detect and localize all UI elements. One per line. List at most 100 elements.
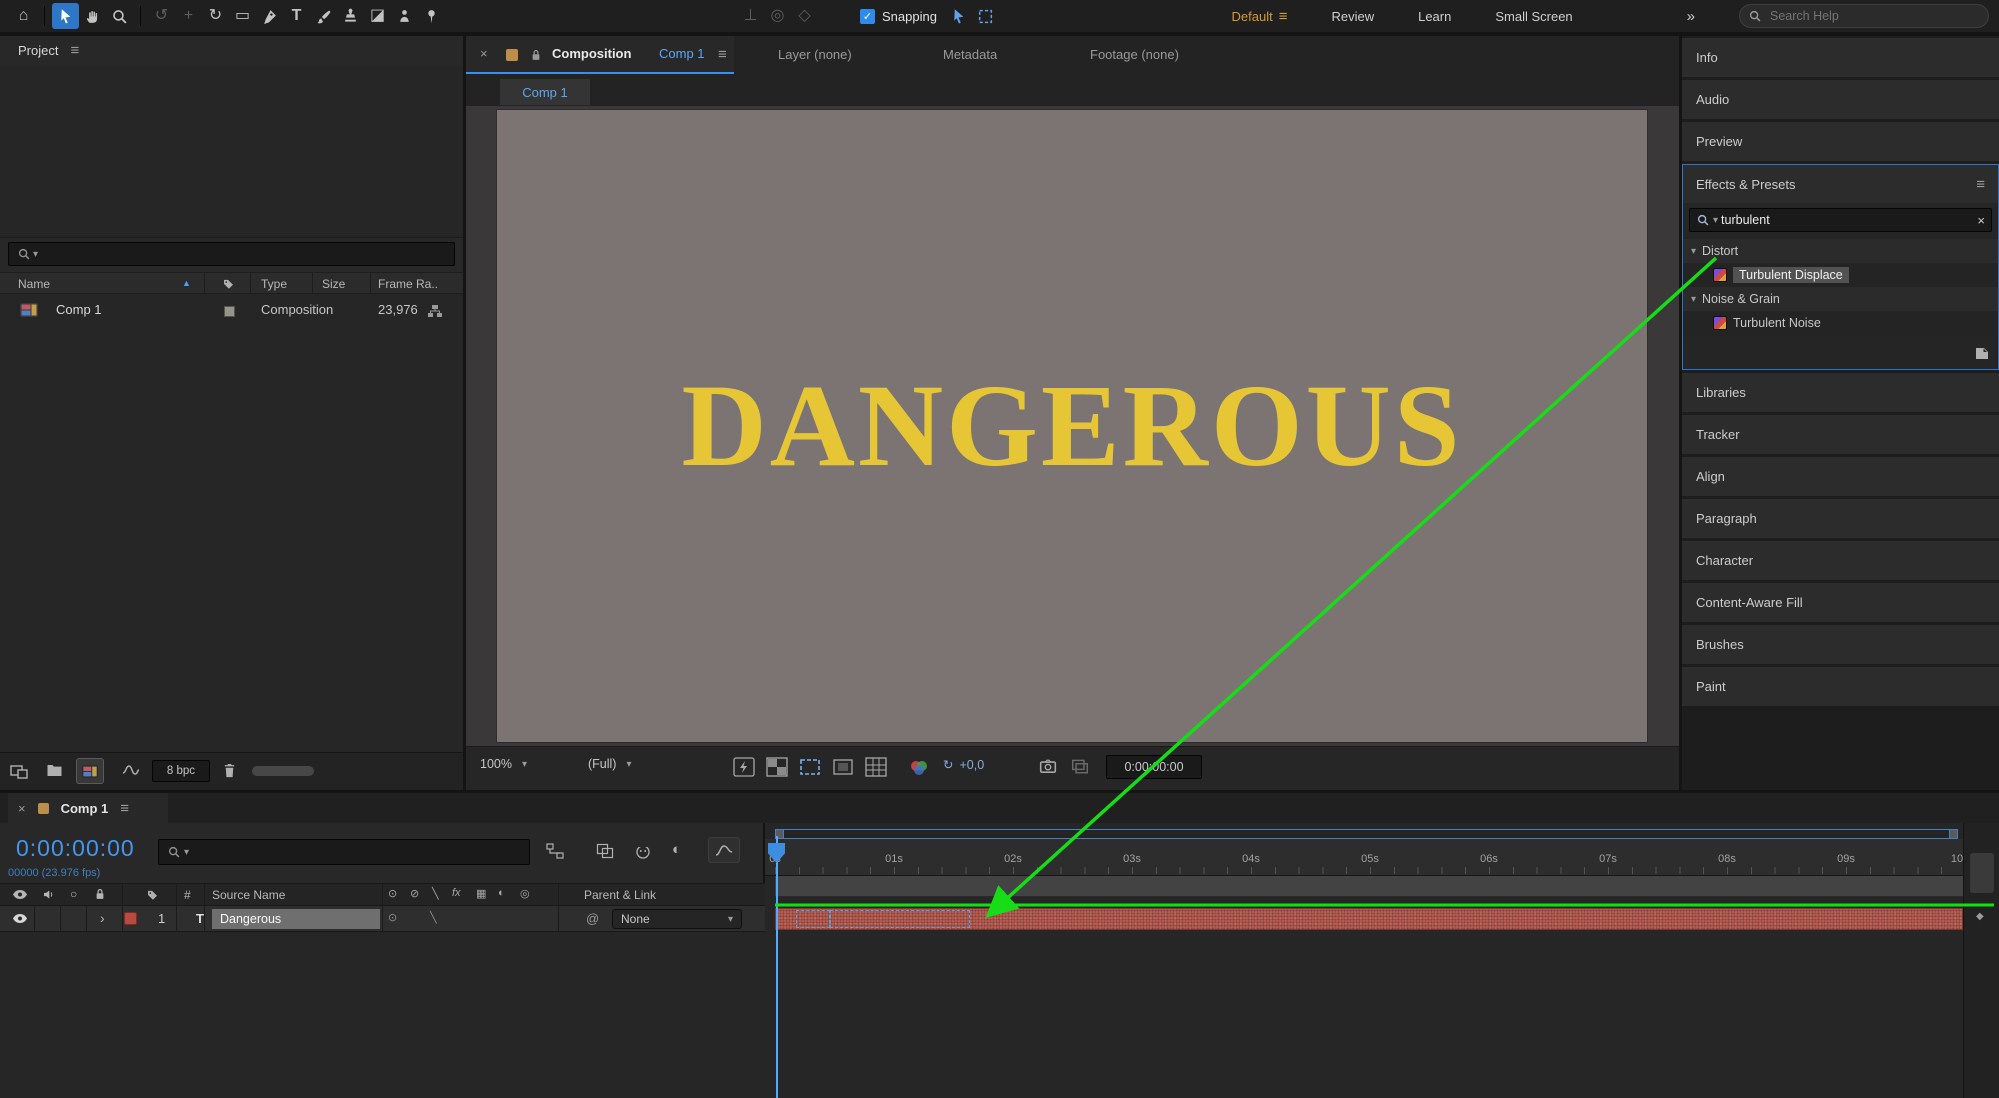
timeline-search-input[interactable]: ▾ xyxy=(158,839,530,865)
project-search-input[interactable]: ▾ xyxy=(8,242,455,266)
switch-header-icon-fx[interactable]: fx xyxy=(452,887,461,899)
brush-tool[interactable] xyxy=(310,3,337,29)
panel-paint[interactable]: Paint xyxy=(1682,667,1999,706)
tab-composition-label[interactable]: Composition xyxy=(552,46,631,61)
timeline-search-chevron[interactable]: ▾ xyxy=(184,847,189,858)
switch-header-icon-adjustment[interactable]: ◎ xyxy=(520,887,530,900)
new-animation-preset-icon[interactable] xyxy=(1974,346,1990,360)
row-name[interactable]: Comp 1 xyxy=(56,302,102,317)
clone-stamp-tool[interactable] xyxy=(337,3,364,29)
panel-preview[interactable]: Preview xyxy=(1682,122,1999,161)
draft-3d-icon[interactable] xyxy=(596,843,614,859)
timeline-menu-icon[interactable]: ≡ xyxy=(120,800,129,817)
tab-layer[interactable]: Layer (none) xyxy=(778,47,852,62)
axis-world-icon[interactable]: ◎ xyxy=(764,3,791,29)
panel-audio[interactable]: Audio xyxy=(1682,80,1999,119)
rectangle-tool[interactable]: ▭ xyxy=(229,3,256,29)
effects-search-box[interactable]: ▾ × xyxy=(1689,208,1992,232)
audio-column-icon[interactable] xyxy=(42,888,55,901)
new-folder-icon[interactable] xyxy=(46,763,63,777)
zoom-dropdown[interactable]: 100% ▾ xyxy=(480,757,527,771)
workspace-overflow-chevron[interactable]: » xyxy=(1687,8,1695,25)
selection-tool[interactable] xyxy=(52,3,79,29)
help-search-input[interactable] xyxy=(1739,4,1989,28)
zoom-tool[interactable] xyxy=(106,3,133,29)
column-type[interactable]: Type xyxy=(261,277,287,291)
work-area-bar[interactable] xyxy=(775,876,1963,897)
composition-canvas[interactable]: DANGEROUS xyxy=(497,110,1647,742)
effect-turbulent-noise-label[interactable]: Turbulent Noise xyxy=(1733,316,1821,330)
shy-layers-icon[interactable] xyxy=(634,843,652,859)
horizontal-scrollbar-thumb[interactable] xyxy=(252,766,314,776)
roto-brush-tool[interactable] xyxy=(391,3,418,29)
tab-footage[interactable]: Footage (none) xyxy=(1090,47,1179,62)
home-icon[interactable]: ⌂ xyxy=(10,3,37,29)
playhead-line[interactable] xyxy=(776,836,778,1098)
new-composition-icon[interactable] xyxy=(76,758,104,784)
comp-marker-bin-icon[interactable]: ◆ xyxy=(1976,911,1984,922)
time-navigator-bar[interactable] xyxy=(775,829,1958,839)
tab-close-icon[interactable]: × xyxy=(480,46,488,61)
reset-exposure-icon[interactable]: ↻ xyxy=(943,757,953,772)
pen-tool[interactable] xyxy=(256,3,283,29)
layer-name-cell[interactable]: Dangerous xyxy=(212,909,380,929)
effects-menu-icon[interactable]: ≡ xyxy=(1976,176,1985,193)
column-size[interactable]: Size xyxy=(322,277,345,291)
composition-mini-flowchart-icon[interactable] xyxy=(546,843,564,859)
rotation-tool[interactable]: ↻ xyxy=(202,3,229,29)
layer-quality-setting[interactable]: ╲ xyxy=(430,911,437,924)
region-of-interest-icon[interactable] xyxy=(832,757,854,777)
panel-align[interactable]: Align xyxy=(1682,457,1999,496)
help-search[interactable] xyxy=(1739,4,1989,28)
switch-header-icon-motion-blur[interactable]: ◐ xyxy=(498,887,505,899)
mask-visibility-icon[interactable] xyxy=(799,757,821,777)
axis-view-icon[interactable]: ◇ xyxy=(791,3,818,29)
panel-libraries[interactable]: Libraries xyxy=(1682,373,1999,412)
graph-editor-icon[interactable] xyxy=(708,837,740,863)
fast-previews-icon[interactable] xyxy=(733,757,755,777)
parent-pickwhip-icon[interactable]: @ xyxy=(586,911,599,926)
switch-header-icon-quality2[interactable]: ╲ xyxy=(432,887,439,900)
panel-brushes[interactable]: Brushes xyxy=(1682,625,1999,664)
motion-blur-toggle-icon[interactable]: ◐ xyxy=(672,841,681,858)
hand-tool[interactable] xyxy=(79,3,106,29)
eraser-tool[interactable]: ◪ xyxy=(364,3,391,29)
timeline-tab[interactable]: × Comp 1 ≡ xyxy=(8,793,168,823)
switch-header-icon-frame-blend[interactable]: ▦ xyxy=(476,887,486,900)
layer-label-color-chip[interactable] xyxy=(124,912,137,925)
interpret-footage-icon[interactable] xyxy=(122,763,140,777)
panel-info[interactable]: Info xyxy=(1682,38,1999,77)
snapping-toggle[interactable]: ✓ Snapping xyxy=(860,8,937,24)
eye-column-icon[interactable] xyxy=(12,888,28,901)
index-column-header[interactable]: # xyxy=(184,888,191,902)
effects-group-noise-grain[interactable]: ▾ Noise & Grain xyxy=(1683,287,1998,311)
snap-guides-icon[interactable] xyxy=(972,3,999,29)
exposure-reset[interactable]: ↻ +0,0 xyxy=(943,757,984,773)
layer-expander-icon[interactable]: › xyxy=(100,910,105,926)
puppet-pin-tool[interactable] xyxy=(418,3,445,29)
delete-trash-icon[interactable] xyxy=(222,762,237,779)
column-frame-rate[interactable]: Frame Ra.. xyxy=(378,277,438,291)
bit-depth-button[interactable]: 8 bpc xyxy=(152,760,210,782)
layer-row-dangerous[interactable]: › 1 T Dangerous ⊙ ╲ @ None ▾ xyxy=(0,906,765,932)
viewer-timecode[interactable]: 0:00:00:00 xyxy=(1106,755,1202,779)
label-column-icon[interactable] xyxy=(146,888,159,901)
channel-settings-icon[interactable] xyxy=(910,760,930,776)
lock-icon[interactable] xyxy=(530,48,542,62)
group-collapse-icon[interactable]: ▾ xyxy=(1691,246,1696,257)
tab-metadata[interactable]: Metadata xyxy=(943,47,997,62)
switch-header-icon-collapse[interactable]: ⊘ xyxy=(410,887,419,900)
panel-tracker[interactable]: Tracker xyxy=(1682,415,1999,454)
lock-column-icon[interactable] xyxy=(94,887,106,901)
search-options-chevron[interactable]: ▾ xyxy=(33,249,38,260)
effects-group-distort[interactable]: ▾ Distort xyxy=(1683,239,1998,263)
switch-header-icon-quality[interactable]: ⊙ xyxy=(388,887,397,900)
workspace-review[interactable]: Review xyxy=(1331,9,1374,24)
vertical-scrollbar-thumb[interactable] xyxy=(1970,853,1994,893)
tab-comp-name[interactable]: Comp 1 xyxy=(659,46,705,61)
workspace-menu-icon[interactable]: ≡ xyxy=(1279,8,1288,25)
layer-visibility-eye-icon[interactable] xyxy=(12,912,28,925)
source-name-column-header[interactable]: Source Name xyxy=(212,888,285,902)
group-collapse-icon[interactable]: ▾ xyxy=(1691,294,1696,305)
snapping-checkbox[interactable]: ✓ xyxy=(860,8,875,24)
